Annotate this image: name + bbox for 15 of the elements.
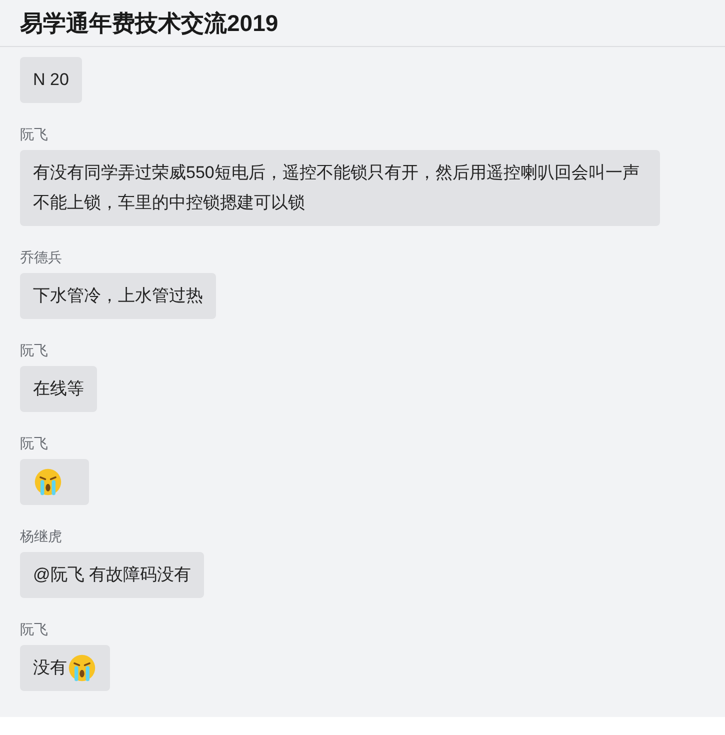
sender-name: 阮飞 (20, 620, 48, 638)
crying-face-icon (33, 467, 63, 497)
sender-name: 阮飞 (20, 341, 48, 359)
message-text: 下水管冷，上水管过热 (33, 285, 203, 307)
crying-face-icon (67, 653, 97, 683)
chat-title: 易学通年费技术交流2019 (20, 8, 278, 38)
message-text: N 20 (33, 69, 69, 91)
message-text: 在线等 (33, 378, 84, 400)
message-text: @阮飞 有故障码没有 (33, 564, 191, 586)
sender-name: 乔德兵 (20, 248, 62, 266)
message-text: 有没有同学弄过荣威550短电后，遥控不能锁只有开，然后用遥控喇叭回会叫一声不能上锁，车里的中控锁摁建可以锁 (33, 162, 640, 214)
sender-name: 阮飞 (20, 434, 48, 452)
sender-name: 杨继虎 (20, 527, 62, 545)
sender-name: 阮飞 (20, 125, 48, 143)
message-text: 没有 (33, 657, 67, 679)
